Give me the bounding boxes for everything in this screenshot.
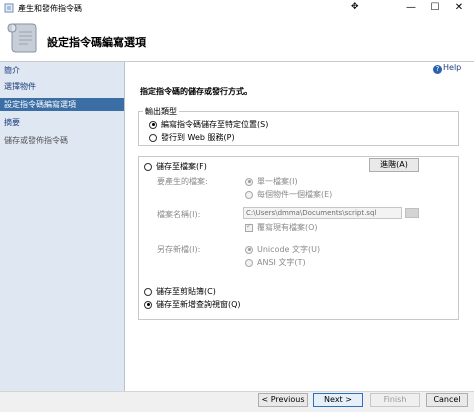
unicode-text-radio[interactable]: Unicode 文字(U) [245,244,320,255]
save-to-file-radio[interactable]: 儲存至檔案(F) [144,161,207,172]
mouse-cursor-icon: ✥ [351,2,359,12]
files-to-generate-label: 要產生的檔案: [157,177,208,186]
app-icon [4,3,14,13]
cancel-button[interactable]: Cancel [426,393,468,407]
sidebar-item-set-scripting-options[interactable]: 設定指令碼編寫選項 [0,98,124,111]
previous-button[interactable]: < Previous [258,393,308,407]
save-scripts-radio[interactable]: 編寫指令碼儲存至特定位置(S) [149,119,268,130]
radio-selected-icon [144,300,152,309]
help-icon: ? [433,65,442,74]
page-title: 設定指令碼編寫選項 [47,36,146,49]
radio-selected-icon [245,177,253,186]
help-label: Help [443,63,462,72]
help-link[interactable]: ? Help [433,63,461,74]
file-per-object-radio[interactable]: 每個物件一個檔案(E) [245,189,332,200]
save-as-label: 另存新檔(I): [157,245,201,254]
instruction-text: 指定指令碼的儲存或發行方式。 [140,87,252,96]
radio-unselected-icon [144,162,152,171]
close-button[interactable]: ✕ [448,0,470,16]
browse-button[interactable] [405,208,419,218]
radio-selected-icon [149,120,157,129]
wizard-window: 產生和發佈指令碼 ✥ — ☐ ✕ 設定指令碼編寫選項 簡介 選擇物件 設定指令碼… [0,0,474,412]
radio-unselected-icon [144,287,152,296]
checkbox-checked-icon [245,222,253,232]
advanced-button[interactable]: 進階(A) [369,158,419,172]
sidebar-item-choose-objects[interactable]: 選擇物件 [0,80,124,93]
radio-unselected-icon [245,258,253,267]
file-name-label: 檔案名稱(I): [157,210,201,219]
output-type-label: 輸出類型 [143,106,179,117]
minimize-button[interactable]: — [400,0,422,16]
wizard-sidebar: 簡介 選擇物件 設定指令碼編寫選項 摘要 儲存或發佈指令碼 [0,62,125,392]
maximize-button[interactable]: ☐ [424,0,446,16]
sidebar-item-summary[interactable]: 摘要 [0,116,124,129]
single-file-radio[interactable]: 單一檔案(I) [245,176,298,187]
radio-unselected-icon [149,133,157,142]
finish-button[interactable]: Finish [370,393,420,407]
window-title: 產生和發佈指令碼 [18,4,82,13]
save-to-new-query-window-radio[interactable]: 儲存至新增查詢視窗(Q) [144,299,241,310]
publish-web-service-radio[interactable]: 發行到 Web 服務(P) [149,132,235,143]
next-button[interactable]: Next > [313,393,363,407]
radio-unselected-icon [245,190,253,199]
radio-selected-icon [245,245,253,254]
wizard-header: 設定指令碼編寫選項 [0,16,474,62]
sidebar-item-introduction[interactable]: 簡介 [0,64,124,77]
script-scroll-icon [7,23,37,53]
ansi-text-radio[interactable]: ANSI 文字(T) [245,257,306,268]
file-name-field[interactable]: C:\Users\dmma\Documents\script.sql [243,207,402,219]
sidebar-item-save-or-publish[interactable]: 儲存或發佈指令碼 [0,134,124,147]
title-bar: 產生和發佈指令碼 ✥ — ☐ ✕ [0,0,474,16]
save-to-clipboard-radio[interactable]: 儲存至剪貼簿(C) [144,286,216,297]
overwrite-checkbox[interactable]: 覆寫現有檔案(O) [245,222,318,233]
